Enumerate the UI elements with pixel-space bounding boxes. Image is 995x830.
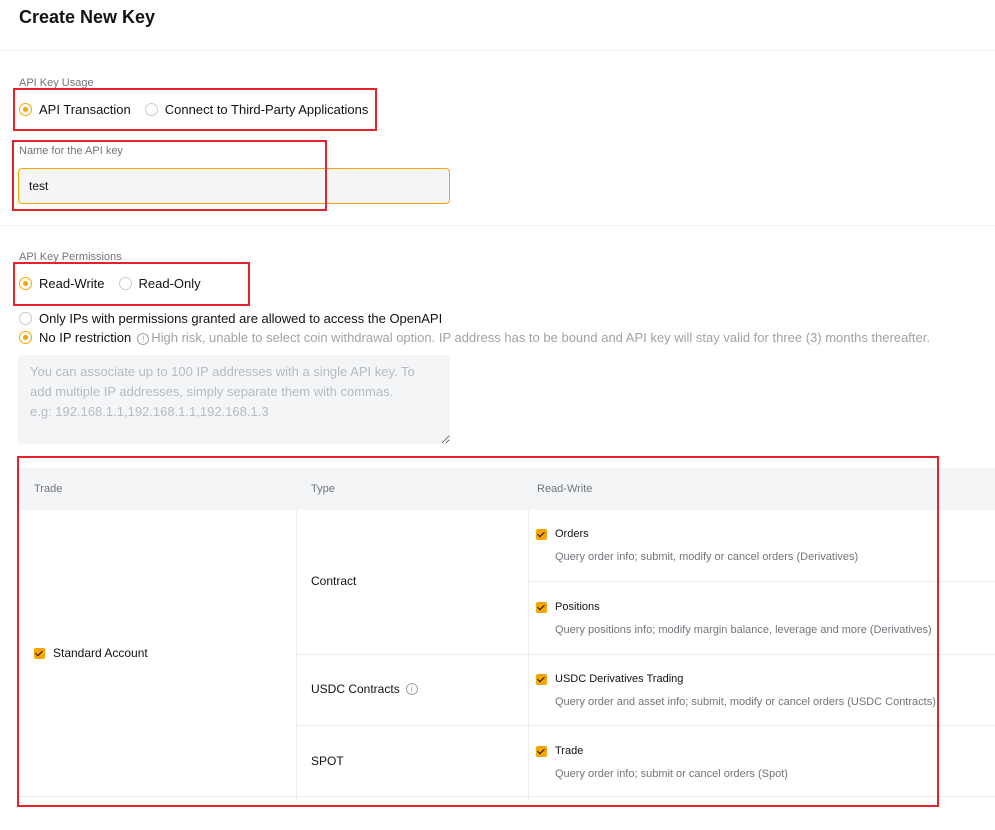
permission-option-read-write[interactable]: Read-Write <box>19 276 105 291</box>
usage-option-label: Connect to Third-Party Applications <box>164 102 369 117</box>
permissions-radio-group: Read-Write Read-Only <box>19 276 215 291</box>
perm-orders-checkbox[interactable]: Orders <box>536 528 858 540</box>
perm-name: Orders <box>555 528 589 540</box>
ip-option-label: No IP restriction <box>39 330 132 345</box>
ip-address-textarea[interactable] <box>18 355 450 444</box>
perm-name: Positions <box>555 601 600 613</box>
checkbox-checked-icon[interactable] <box>34 647 45 659</box>
radio-selected-icon[interactable] <box>19 103 32 116</box>
ip-option-unrestricted[interactable]: No IP restriction ! High risk, unable to … <box>19 330 930 345</box>
header-type: Type <box>311 483 335 495</box>
page-title: Create New Key <box>19 7 156 27</box>
perm-trade: Trade Query order info; submit or cancel… <box>536 745 788 780</box>
api-key-name-label: Name for the API key <box>19 145 123 157</box>
radio-unselected-icon[interactable] <box>144 103 158 116</box>
row-divider <box>296 725 995 726</box>
perm-positions: Positions Query positions info; modify m… <box>536 601 932 636</box>
usage-option-third-party[interactable]: Connect to Third-Party Applications <box>144 102 369 117</box>
section-divider <box>0 225 995 226</box>
permission-option-label: Read-Write <box>39 276 105 291</box>
row-divider <box>19 796 995 797</box>
standard-account-label: Standard Account <box>53 646 148 660</box>
column-divider <box>296 510 297 800</box>
ip-option-restricted[interactable]: Only IPs with permissions granted are al… <box>19 311 442 326</box>
perm-usdc-trading-checkbox[interactable]: USDC Derivatives Trading <box>536 673 936 685</box>
perm-description: Query order and asset info; submit, modi… <box>555 696 936 708</box>
perm-usdc-trading: USDC Derivatives Trading Query order and… <box>536 673 936 708</box>
perm-trade-checkbox[interactable]: Trade <box>536 745 788 757</box>
risk-hint: ! High risk, unable to select coin withdr… <box>137 330 930 345</box>
perm-name: Trade <box>555 745 584 757</box>
usage-option-label: API Transaction <box>39 102 131 117</box>
type-usdc-label: USDC Contracts <box>311 682 400 696</box>
standard-account-checkbox[interactable]: Standard Account <box>34 646 148 660</box>
perm-description: Query positions info; modify margin bala… <box>555 624 932 636</box>
radio-selected-icon[interactable] <box>19 277 32 290</box>
row-divider <box>296 654 995 655</box>
permission-option-label: Read-Only <box>138 276 201 291</box>
risk-hint-text: High risk, unable to select coin withdra… <box>151 330 930 345</box>
perm-positions-checkbox[interactable]: Positions <box>536 601 932 613</box>
radio-unselected-icon[interactable] <box>19 312 32 325</box>
perm-description: Query order info; submit or cancel order… <box>555 768 788 780</box>
column-divider <box>528 510 529 800</box>
permissions-label: API Key Permissions <box>19 251 122 263</box>
checkbox-checked-icon[interactable] <box>536 745 547 757</box>
checkbox-checked-icon[interactable] <box>536 601 547 613</box>
type-usdc-contracts: USDC Contracts i <box>311 682 418 696</box>
perm-description: Query order info; submit, modify or canc… <box>555 551 859 563</box>
type-spot: SPOT <box>311 754 344 768</box>
info-icon: ! <box>137 332 150 345</box>
ip-option-label: Only IPs with permissions granted are al… <box>39 311 443 326</box>
usage-option-api-transaction[interactable]: API Transaction <box>19 102 131 117</box>
header-read-write: Read-Write <box>537 483 593 495</box>
usage-radio-group: API Transaction Connect to Third-Party A… <box>19 102 382 117</box>
perm-name: USDC Derivatives Trading <box>555 673 684 685</box>
table-header: Trade Type Read-Write <box>19 468 995 510</box>
info-icon[interactable]: i <box>405 683 418 695</box>
checkbox-checked-icon[interactable] <box>536 528 547 540</box>
permission-option-read-only[interactable]: Read-Only <box>118 276 201 291</box>
radio-selected-icon[interactable] <box>19 331 32 344</box>
type-contract: Contract <box>311 574 357 588</box>
radio-unselected-icon[interactable] <box>118 277 132 290</box>
api-key-name-input[interactable] <box>18 168 450 204</box>
checkbox-checked-icon[interactable] <box>536 673 547 685</box>
usage-label: API Key Usage <box>19 77 94 89</box>
perm-orders: Orders Query order info; submit, modify … <box>536 528 858 563</box>
header-divider <box>0 50 995 51</box>
header-trade: Trade <box>34 483 63 495</box>
row-divider <box>528 581 995 582</box>
